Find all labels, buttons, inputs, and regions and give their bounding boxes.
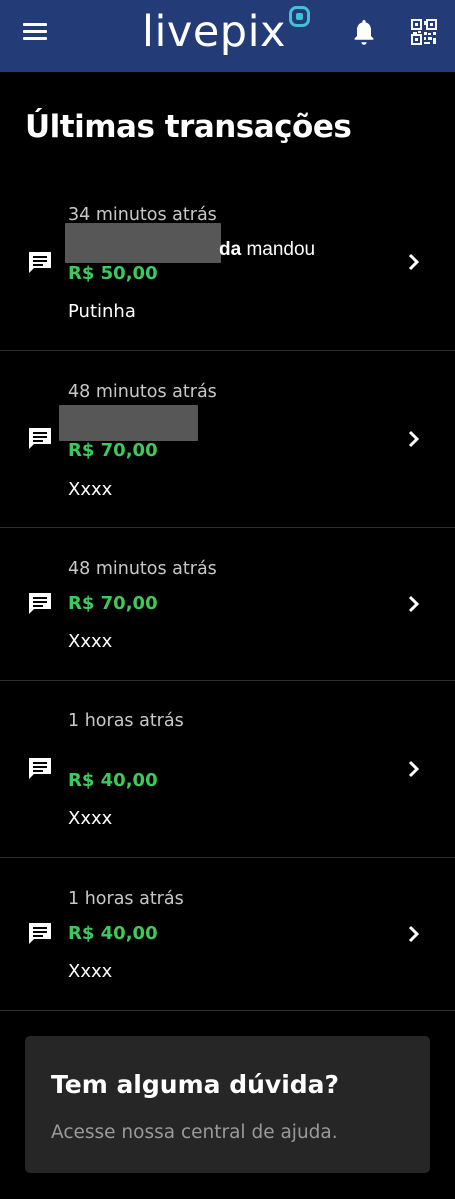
redacted-sender-name [59, 405, 198, 441]
message-icon [29, 428, 51, 449]
app-logo[interactable]: livepix [142, 4, 286, 60]
transaction-amount: R$ 70,00 [68, 440, 158, 461]
menu-icon[interactable] [23, 20, 49, 44]
transaction-amount: R$ 50,00 [68, 263, 158, 284]
transaction-row[interactable]: 1 horas atrás R$ 40,00 Xxxx [0, 681, 455, 858]
transaction-amount: R$ 40,00 [68, 923, 158, 944]
transaction-row[interactable]: 48 minutos atrás R$ 70,00 Xxxx [0, 528, 455, 681]
transaction-time: 1 horas atrás [68, 889, 184, 909]
transaction-row[interactable]: 34 minutos atrás da mandou R$ 50,00 Puti… [0, 185, 455, 351]
transaction-sender: da mandou [219, 238, 315, 262]
help-title: Tem alguma dúvida? [51, 1070, 340, 1099]
qr-code-icon[interactable] [410, 18, 438, 46]
transaction-message: Putinha [68, 301, 136, 322]
message-icon [29, 923, 51, 944]
redacted-sender-name [65, 223, 221, 263]
transaction-time: 48 minutos atrás [68, 382, 217, 402]
sender-action: mandou [241, 239, 316, 260]
chevron-right-icon[interactable] [406, 924, 422, 944]
transaction-amount: R$ 70,00 [68, 593, 158, 614]
sender-name-suffix: da [219, 239, 242, 260]
chevron-right-icon[interactable] [406, 759, 422, 779]
transaction-message: Xxxx [68, 961, 113, 982]
chevron-right-icon[interactable] [406, 252, 422, 272]
page-title: Últimas transações [25, 109, 352, 145]
chevron-right-icon[interactable] [406, 429, 422, 449]
top-bar: livepix [0, 0, 455, 72]
transaction-message: Xxxx [68, 479, 113, 500]
message-icon [29, 252, 51, 273]
help-card[interactable]: Tem alguma dúvida? Acesse nossa central … [25, 1036, 430, 1173]
livepix-logo-icon [289, 6, 310, 27]
transaction-message: Xxxx [68, 808, 113, 829]
chevron-right-icon[interactable] [406, 594, 422, 614]
transaction-row[interactable]: 48 minutos atrás R$ 70,00 Xxxx [0, 351, 455, 528]
help-link-text[interactable]: Acesse nossa central de ajuda. [51, 1120, 338, 1146]
transaction-amount: R$ 40,00 [68, 770, 158, 791]
transaction-message: Xxxx [68, 631, 113, 652]
transaction-time: 1 horas atrás [68, 711, 184, 731]
transaction-row[interactable]: 1 horas atrás R$ 40,00 Xxxx [0, 858, 455, 1011]
message-icon [29, 758, 51, 779]
bell-icon[interactable] [352, 18, 376, 46]
transaction-time: 48 minutos atrás [68, 559, 217, 579]
message-icon [29, 593, 51, 614]
